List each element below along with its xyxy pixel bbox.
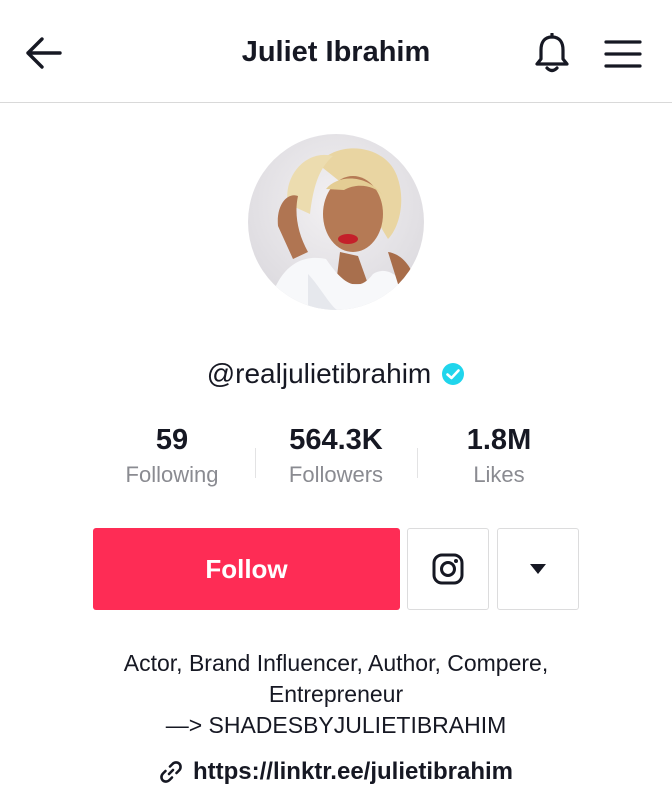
username: @realjulietibrahim <box>206 358 432 389</box>
bio-line: Actor, Brand Influencer, Author, Compere… <box>123 650 549 676</box>
avatar[interactable] <box>248 134 424 310</box>
profile-header: Juliet Ibrahim <box>0 0 672 103</box>
stat-value: 59 <box>155 424 189 456</box>
stat-divider <box>417 448 418 478</box>
profile-stats: 59 Following 564.3K Followers 1.8M Likes <box>0 420 672 500</box>
stat-followers[interactable]: 564.3K Followers <box>256 420 416 488</box>
hamburger-menu-icon <box>604 40 642 68</box>
verified-badge-icon <box>441 362 465 386</box>
profile-bio: Actor, Brand Influencer, Author, Compere… <box>40 648 632 741</box>
username-row: @realjulietibrahim <box>0 358 672 390</box>
bio-line: Entrepreneur <box>268 681 404 707</box>
link-url[interactable]: https://linktr.ee/julietibrahim <box>193 758 513 786</box>
more-options-button[interactable] <box>497 528 579 610</box>
instagram-button[interactable] <box>407 528 489 610</box>
stat-label: Likes <box>473 462 525 487</box>
menu-button[interactable] <box>598 30 648 78</box>
notification-button[interactable] <box>528 30 576 78</box>
stat-label: Following <box>125 462 219 487</box>
follow-button[interactable]: Follow <box>93 528 400 610</box>
stat-value: 564.3K <box>289 424 383 456</box>
instagram-icon <box>432 553 464 585</box>
link-icon <box>160 761 182 783</box>
bio-line: —> SHADESBYJULIETIBRAHIM <box>165 712 507 738</box>
profile-link[interactable]: https://linktr.ee/julietibrahim <box>0 758 672 786</box>
bell-icon <box>535 33 569 73</box>
stat-likes: 1.8M Likes <box>419 420 579 488</box>
profile-photo <box>248 134 424 310</box>
caret-down-icon <box>530 564 546 574</box>
stat-label: Followers <box>288 462 384 487</box>
stat-value: 1.8M <box>466 424 532 456</box>
stat-following[interactable]: 59 Following <box>92 420 252 488</box>
